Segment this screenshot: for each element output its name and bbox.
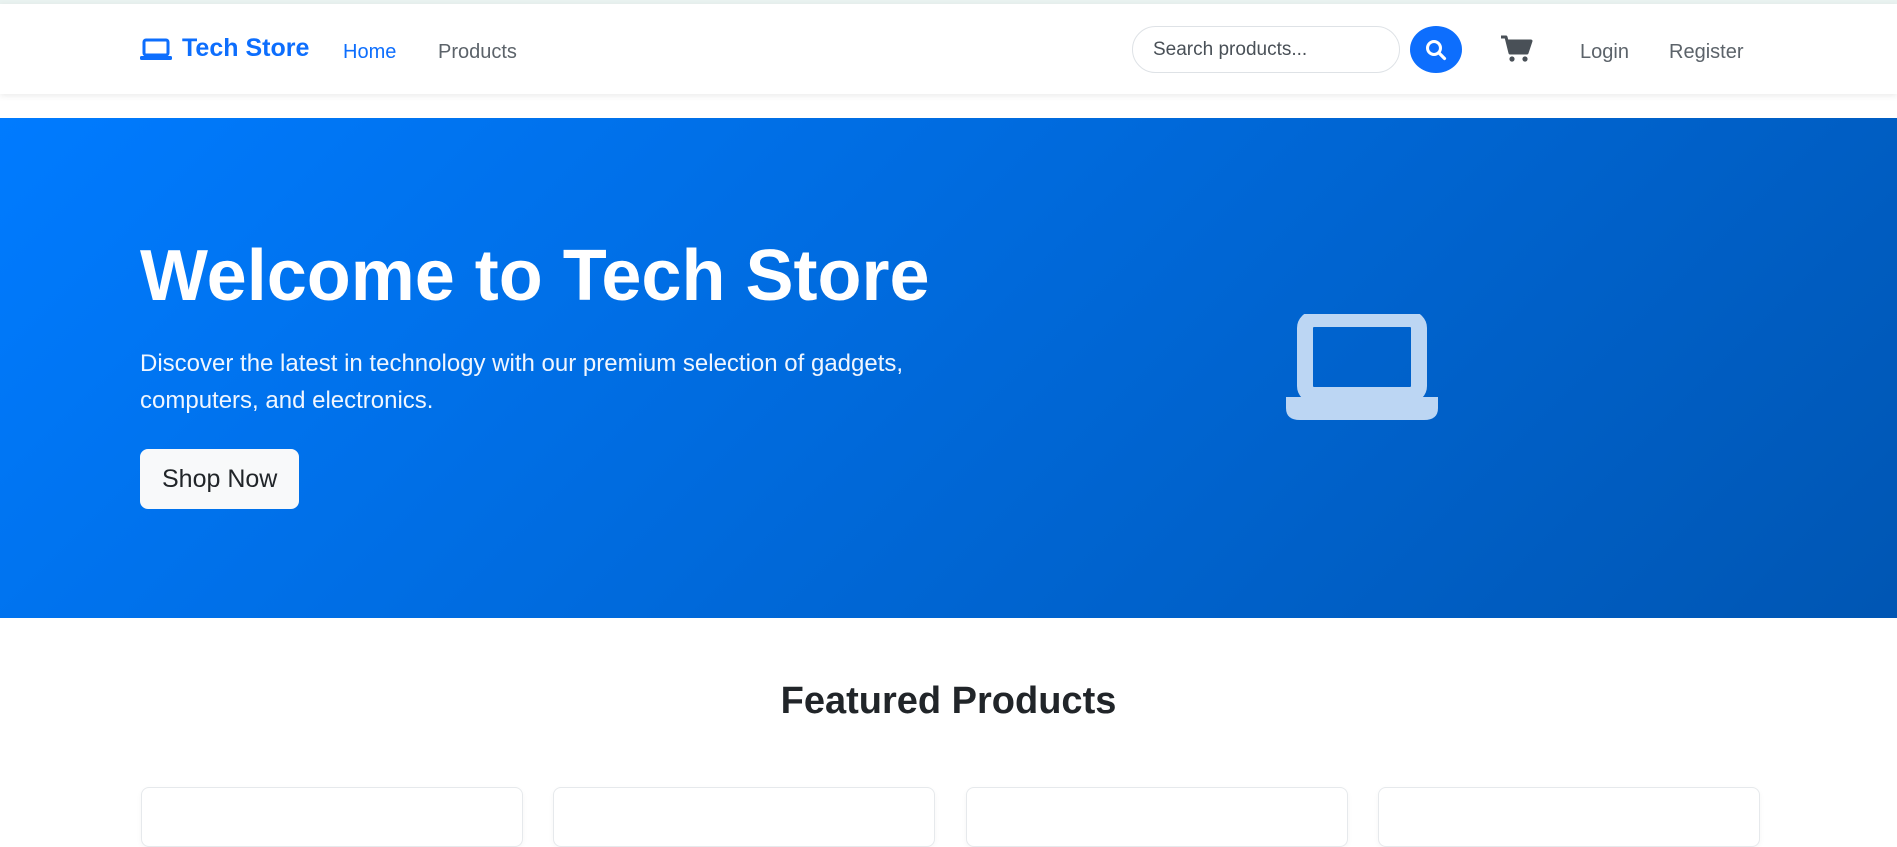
brand-logo[interactable]: Tech Store [140, 34, 309, 63]
navbar: Tech Store Home Products Login Register [0, 4, 1897, 94]
nav-link-products[interactable]: Products [438, 41, 517, 64]
laptop-icon [1286, 314, 1438, 420]
cart-icon [1501, 35, 1533, 62]
laptop-icon [140, 38, 172, 60]
register-link[interactable]: Register [1669, 41, 1743, 64]
featured-products-heading: Featured Products [780, 680, 1117, 722]
shop-now-button[interactable]: Shop Now [140, 449, 300, 509]
product-card[interactable] [1378, 787, 1760, 847]
product-card[interactable] [553, 787, 935, 847]
nav-link-home[interactable]: Home [343, 41, 396, 64]
hero-banner: Welcome to Tech Store Discover the lates… [0, 118, 1897, 618]
product-card[interactable] [966, 787, 1348, 847]
product-card[interactable] [141, 787, 523, 847]
hero-title: Welcome to Tech Store [140, 236, 930, 316]
hero-subtitle: Discover the latest in technology with o… [140, 350, 904, 414]
brand-name: Tech Store [182, 34, 310, 62]
search-icon [1426, 39, 1447, 60]
search-button[interactable] [1410, 26, 1462, 73]
login-link[interactable]: Login [1580, 41, 1629, 64]
search-input[interactable] [1132, 26, 1400, 73]
cart-button[interactable] [1500, 34, 1534, 64]
